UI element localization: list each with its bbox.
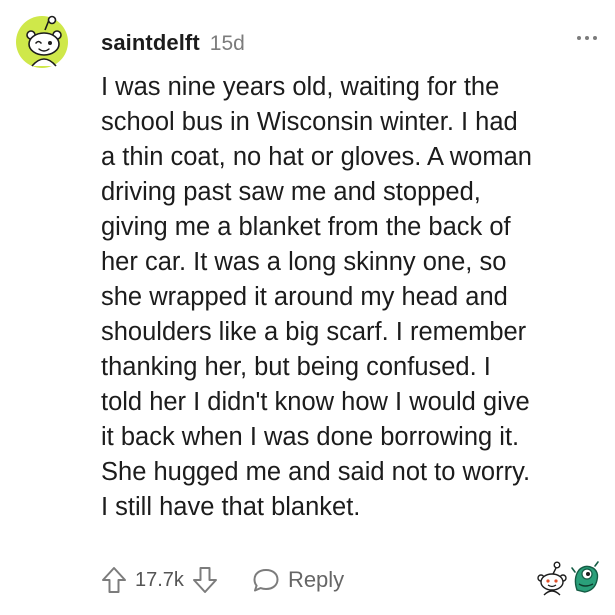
more-options-icon[interactable] xyxy=(577,36,597,40)
downvote-button[interactable] xyxy=(192,566,218,594)
timestamp: 15d xyxy=(209,32,245,55)
comment-line: I was nine years old, waiting for the xyxy=(101,73,500,101)
downvote-arrow-icon xyxy=(192,567,217,593)
comment-line: driving past saw me and stopped, xyxy=(101,178,481,206)
comment-line: giving me a blanket from the back of xyxy=(101,213,511,241)
vote-count: 17.7k xyxy=(135,568,184,591)
reply-label: Reply xyxy=(287,567,345,592)
speech-bubble-icon xyxy=(253,569,279,592)
comment-line: her car. It was a long skinny one, so xyxy=(101,248,507,276)
award-badges[interactable] xyxy=(535,560,601,596)
snoo-award-icon xyxy=(537,561,567,596)
snoo-avatar-icon xyxy=(16,15,68,68)
comment-header: saintdelft 15d xyxy=(101,30,245,56)
username[interactable]: saintdelft xyxy=(101,30,200,56)
comment-line: it back when I was done borrowing it. xyxy=(101,423,520,451)
comment-line: thanking her, but being confused. I xyxy=(101,353,491,381)
comment-line: She hugged me and said not to worry. xyxy=(101,458,531,486)
comment-line: school bus in Wisconsin winter. I had xyxy=(101,108,518,136)
comment-body: I was nine years old, waiting for the sc… xyxy=(101,70,601,525)
avatar[interactable] xyxy=(12,10,72,70)
comment-line: I still have that blanket. xyxy=(101,493,361,521)
upvote-arrow-icon xyxy=(102,567,126,593)
comment-line: a thin coat, no hat or gloves. A woman xyxy=(101,143,532,171)
comment-action-bar: 17.7k Reply xyxy=(101,562,344,598)
green-creature-award-icon xyxy=(571,561,599,593)
upvote-button[interactable] xyxy=(101,566,127,594)
reply-button[interactable]: Reply xyxy=(252,567,344,593)
comment-line: she wrapped it around my head and xyxy=(101,283,508,311)
comment-line: shoulders like a big scarf. I remember xyxy=(101,318,527,346)
comment-line: told her I didn't know how I would give xyxy=(101,388,530,416)
